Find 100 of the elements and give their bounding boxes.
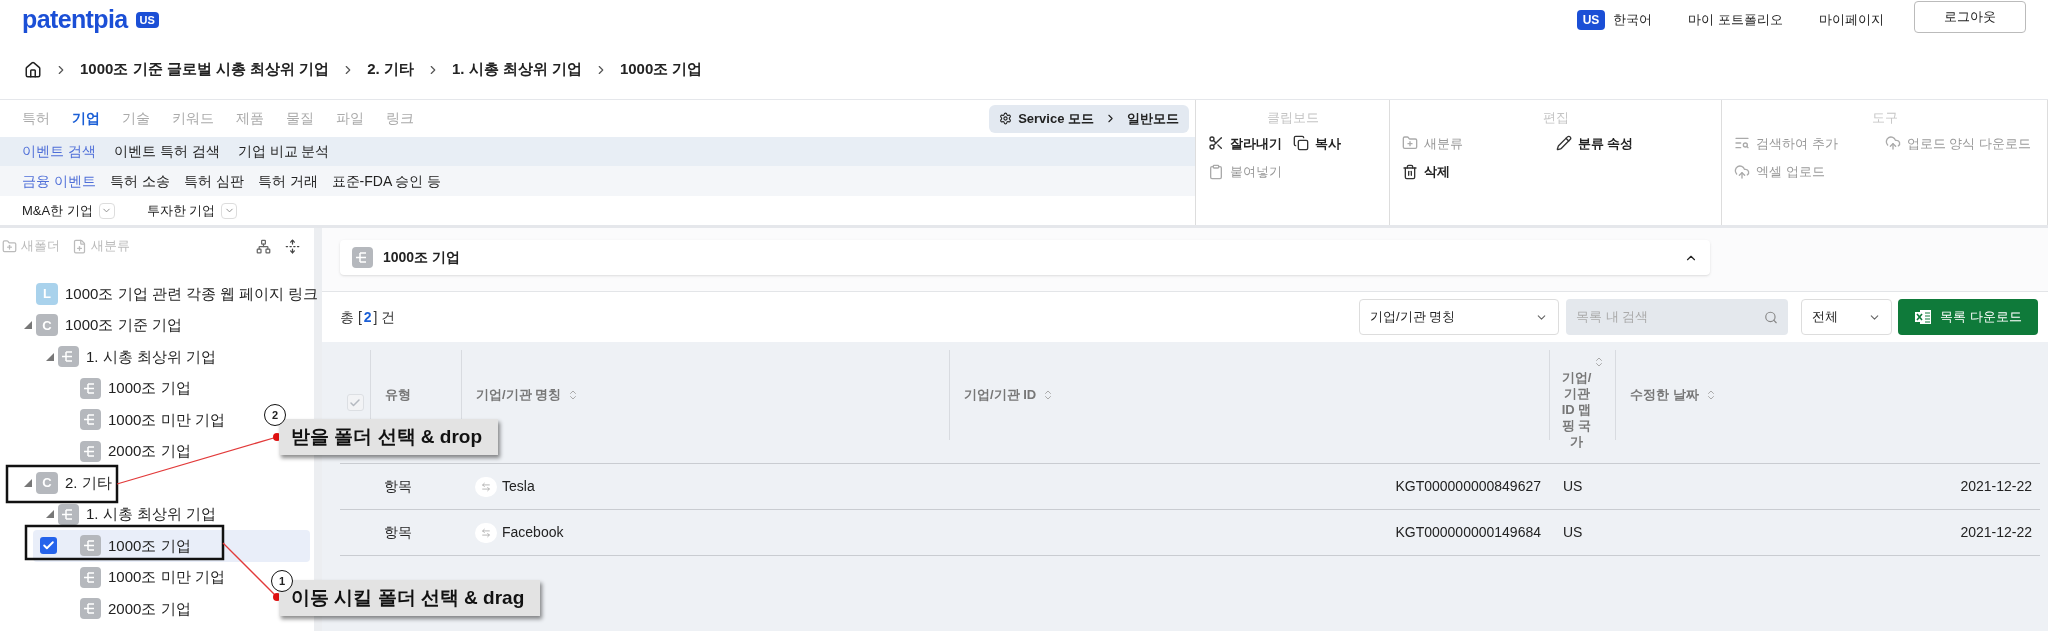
table-cell[interactable]: Tesla bbox=[502, 476, 535, 497]
expanded-triangle-icon[interactable] bbox=[46, 510, 54, 519]
table-cell-text: 항목 bbox=[383, 523, 413, 542]
group-title: 도구 bbox=[1871, 109, 1898, 127]
home-icon[interactable] bbox=[24, 60, 42, 79]
expanded-triangle-icon[interactable] bbox=[24, 478, 32, 487]
table-cell[interactable]: Facebook bbox=[502, 522, 564, 543]
cloud-upload-icon bbox=[1734, 163, 1750, 180]
tree-item-label: 2. 기타 bbox=[65, 472, 112, 493]
tree-item[interactable]: 1000조 기업 bbox=[0, 372, 191, 404]
header-link[interactable]: 마이페이지 bbox=[1819, 10, 1884, 30]
current-mode: 일반모드 bbox=[1127, 109, 1179, 128]
language-link[interactable]: 한국어 bbox=[1613, 10, 1653, 30]
tree-item[interactable]: 1. 시총 최상위 기업 bbox=[0, 341, 216, 373]
tree-item-label: 2000조 기업 bbox=[108, 441, 191, 461]
tree-item[interactable]: 2000조 기업 bbox=[0, 593, 191, 625]
logout-button[interactable]: 로그아웃 bbox=[1914, 1, 2026, 33]
breadcrumb-item[interactable]: 1. 시총 최상위 기업 bbox=[451, 58, 582, 81]
copy-icon bbox=[1292, 135, 1309, 152]
tree-item[interactable]: 1000조 미만 기업 bbox=[0, 561, 225, 593]
column-header[interactable]: 수정한 날짜 bbox=[1630, 385, 1699, 405]
folder-plus-icon bbox=[2, 238, 17, 254]
selected-tree-item[interactable]: 1000조 기업 bbox=[33, 530, 310, 562]
tree-item-label: 1000조 기업 bbox=[108, 378, 191, 398]
tree-item[interactable]: 1000조 미만 기업 bbox=[0, 404, 225, 436]
check-icon bbox=[349, 396, 361, 409]
category-icon bbox=[80, 440, 101, 462]
field-select[interactable]: 기업/기관 명칭 bbox=[1359, 299, 1559, 335]
expanded-triangle-icon[interactable] bbox=[24, 321, 32, 330]
class-badge: C bbox=[36, 314, 58, 337]
table-cell-text: KGT000000000149684 bbox=[1394, 523, 1542, 542]
category-icon bbox=[352, 247, 373, 268]
scope-select[interactable]: 전체 bbox=[1801, 299, 1892, 335]
tree-item-label: 1000조 기업 관련 각종 웹 페이지 링크 bbox=[65, 283, 319, 304]
breadcrumb-item[interactable]: 2. 기타 bbox=[367, 58, 414, 81]
column-header[interactable]: 기업/기관 ID 맵핑 국가 bbox=[1560, 370, 1593, 450]
tree-structure-icon[interactable] bbox=[256, 238, 271, 254]
tree-item-label: 1. 시총 최상위 기업 bbox=[86, 504, 216, 524]
callout-box: 받을 폴더 선택 & drop bbox=[279, 419, 499, 455]
tree-item[interactable]: L 1000조 기업 관련 각종 웹 페이지 링크 bbox=[0, 278, 319, 310]
logo-badge: US bbox=[135, 11, 159, 29]
category-icon bbox=[80, 377, 101, 399]
exchange-icon bbox=[475, 522, 497, 543]
search-input[interactable]: 목록 내 검색 bbox=[1576, 307, 1765, 327]
ribbon-action[interactable]: 분류 속성 bbox=[1555, 133, 1709, 153]
step-number-badge: 1 bbox=[271, 570, 293, 592]
header-link[interactable]: 마이 포트폴리오 bbox=[1688, 10, 1783, 30]
event-tab[interactable]: 특허 거래 bbox=[257, 170, 318, 192]
spreadsheet-icon bbox=[1914, 308, 1933, 326]
tree-item-label: 1000조 미만 기업 bbox=[108, 567, 225, 587]
table-cell-text: US bbox=[1562, 477, 1584, 496]
tree-item-label: 1. 시총 최상위 기업 bbox=[86, 346, 216, 367]
ribbon-action[interactable]: 삭제 bbox=[1402, 162, 1556, 182]
link-badge: L bbox=[36, 282, 58, 305]
event-tab[interactable]: 표준-FDA 승인 등 bbox=[331, 170, 442, 192]
result-count: 총 [2] 건 bbox=[340, 307, 396, 327]
expand-all-icon[interactable] bbox=[285, 238, 300, 254]
filter-label[interactable]: M&A한 기업 bbox=[22, 200, 93, 221]
expanded-triangle-icon[interactable] bbox=[46, 352, 54, 361]
category-icon bbox=[80, 566, 101, 588]
search-field[interactable]: 목록 내 검색 bbox=[1566, 299, 1788, 335]
ribbon-action[interactable]: 잘라내기 bbox=[1208, 133, 1293, 153]
breadcrumb-item[interactable]: 1000조 기업 bbox=[619, 58, 703, 81]
category-icon bbox=[80, 409, 101, 431]
tree-item[interactable]: 1. 시총 최상위 기업 bbox=[0, 498, 216, 530]
filter-label[interactable]: 투자한 기업 bbox=[146, 200, 216, 221]
group-title: 클립보드 bbox=[1266, 109, 1319, 127]
table-cell-text: 항목 bbox=[383, 477, 413, 496]
breadcrumb-item[interactable]: 1000조 기준 글로벌 시총 최상위 기업 bbox=[80, 58, 330, 81]
tree-item[interactable]: 2000조 기업 bbox=[0, 435, 191, 467]
event-tab[interactable]: 특허 소송 bbox=[109, 170, 170, 192]
event-tab[interactable]: 특허 심판 bbox=[183, 170, 244, 192]
leader-line bbox=[222, 542, 281, 601]
class-badge: C bbox=[36, 471, 58, 494]
group-title: 편집 bbox=[1542, 109, 1569, 127]
event-tab[interactable]: 금융 이벤트 bbox=[22, 170, 96, 192]
ribbon-action[interactable]: 복사 bbox=[1292, 133, 1377, 153]
tree-item[interactable]: C 2. 기타 bbox=[0, 467, 112, 499]
column-header[interactable]: 유형 bbox=[385, 385, 411, 405]
download-button[interactable]: 목록 다운로드 bbox=[1898, 299, 2038, 335]
cloud-upload-icon bbox=[1884, 135, 1901, 152]
column-header[interactable]: 기업/기관 ID bbox=[964, 385, 1037, 405]
folder-plus-icon bbox=[1402, 135, 1418, 152]
table-cell-text: US bbox=[1562, 523, 1584, 542]
sub-tab[interactable]: 이벤트 특허 검색 bbox=[113, 141, 220, 162]
region-badge[interactable]: US bbox=[1576, 10, 1606, 30]
column-header[interactable]: 기업/기관 명칭 bbox=[476, 385, 562, 405]
category-icon bbox=[80, 535, 101, 557]
pencil-icon bbox=[1555, 135, 1572, 152]
category-icon bbox=[58, 503, 79, 525]
sub-tab[interactable]: 기업 비교 분석 bbox=[237, 141, 330, 162]
clipboard-icon bbox=[1208, 163, 1224, 180]
sub-tab[interactable]: 이벤트 검색 bbox=[22, 141, 96, 162]
main-tab[interactable]: 기업 bbox=[72, 108, 100, 129]
checkbox[interactable] bbox=[40, 537, 57, 555]
tree-item[interactable]: C 1000조 기준 기업 bbox=[0, 309, 182, 341]
search-icon[interactable] bbox=[1764, 309, 1778, 325]
tree-item-label: 1000조 기준 기업 bbox=[65, 315, 182, 335]
mode-label: Service 모드 bbox=[1018, 109, 1094, 128]
logo[interactable]: patentpia bbox=[22, 1, 128, 39]
